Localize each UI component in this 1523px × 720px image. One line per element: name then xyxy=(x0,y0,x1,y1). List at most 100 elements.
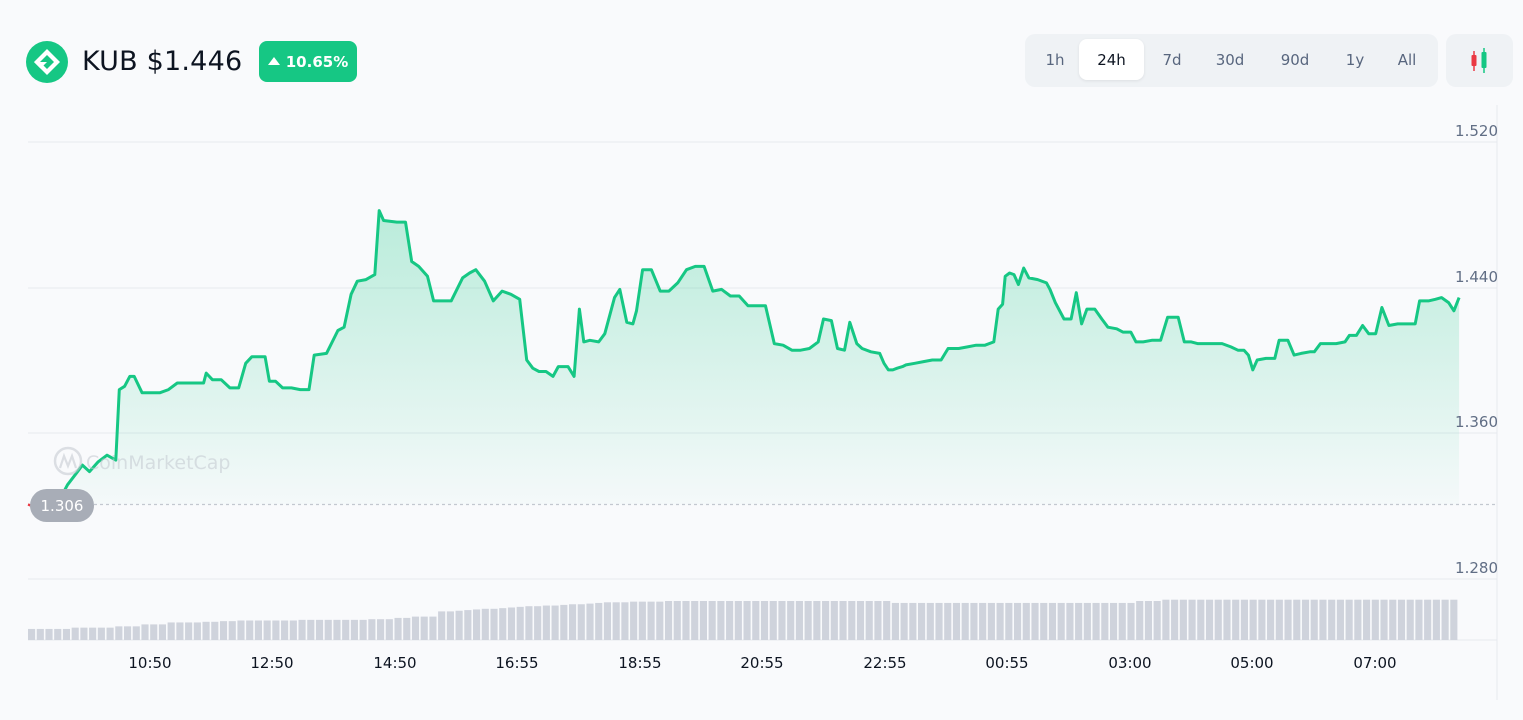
volume-bar xyxy=(272,620,280,640)
volume-bar xyxy=(1345,599,1353,640)
x-tick-label: 00:55 xyxy=(985,654,1028,672)
volume-bar xyxy=(691,601,699,640)
volume-bar xyxy=(246,620,254,640)
volume-bar xyxy=(202,621,210,640)
volume-bar xyxy=(656,601,664,640)
volume-bar xyxy=(726,601,734,640)
volume-bar xyxy=(333,619,341,640)
volume-bar xyxy=(481,608,489,640)
volume-bar xyxy=(856,601,865,640)
volume-bar xyxy=(429,616,437,640)
coinmarketcap-mark xyxy=(58,452,78,469)
x-tick-label: 07:00 xyxy=(1353,654,1396,672)
volume-bar xyxy=(1232,599,1240,640)
volume-bar xyxy=(1354,599,1362,640)
volume-bar xyxy=(80,627,88,640)
volume-bar xyxy=(1319,599,1327,640)
volume-bar xyxy=(1441,599,1449,640)
volume-bar xyxy=(1415,599,1423,640)
volume-bar xyxy=(473,609,481,640)
x-tick-label: 12:50 xyxy=(250,654,293,672)
volume-bar xyxy=(542,605,550,640)
volume-bar xyxy=(1136,601,1144,640)
volume-bar xyxy=(603,602,612,640)
volume-bar xyxy=(979,602,987,640)
coinmarketcap-logo-icon xyxy=(53,446,83,476)
volume-bar xyxy=(682,601,690,640)
x-tick-label: 10:50 xyxy=(128,654,171,672)
volume-bar xyxy=(446,611,454,640)
volume-bar xyxy=(1275,599,1283,640)
volume-bar xyxy=(411,616,420,640)
volume-bar xyxy=(193,622,201,640)
volume-bar xyxy=(551,605,559,640)
volume-bar xyxy=(1075,602,1083,640)
volume-bar xyxy=(368,619,376,640)
volume-bar xyxy=(167,622,175,640)
volume-bar xyxy=(708,601,716,640)
volume-bar xyxy=(577,604,585,640)
volume-bar xyxy=(865,601,873,640)
volume-bar xyxy=(673,601,681,640)
volume-bar xyxy=(359,619,367,640)
volume-bar xyxy=(839,601,847,640)
volume-bar xyxy=(394,617,402,640)
volume-bar xyxy=(1013,602,1022,640)
y-tick-label: 1.280 xyxy=(1455,559,1498,577)
volume-bar xyxy=(987,602,995,640)
x-axis: 10:50 12:50 14:50 16:55 18:55 20:55 22:5… xyxy=(128,654,1396,672)
volume-bar xyxy=(254,620,262,640)
volume-bar xyxy=(219,621,228,640)
volume-bar xyxy=(1197,599,1205,640)
volume-bar xyxy=(1022,602,1030,640)
volume-bar xyxy=(1179,599,1187,640)
volume-bar xyxy=(45,628,53,640)
volume-bar xyxy=(848,601,856,640)
volume-bar xyxy=(1336,599,1344,640)
volume-bar xyxy=(1005,602,1013,640)
volume-bar xyxy=(1424,599,1432,640)
volume-bar xyxy=(1223,599,1231,640)
volume-bar xyxy=(534,606,542,640)
x-tick-label: 22:55 xyxy=(863,654,906,672)
volume-bar xyxy=(1057,602,1065,640)
volume-bar xyxy=(1127,602,1135,640)
volume-bar xyxy=(385,619,393,640)
volume-bar xyxy=(97,627,105,640)
volume-bar xyxy=(769,601,777,640)
volume-bar xyxy=(1363,599,1371,640)
volume-bar xyxy=(1258,599,1266,640)
price-chart[interactable]: CoinMarketCap 1.306 1.520 1.440 1.360 1.… xyxy=(0,0,1523,720)
volume-bar xyxy=(647,601,655,640)
volume-bar xyxy=(1293,599,1301,640)
volume-bar xyxy=(935,602,943,640)
volume-bar xyxy=(499,608,507,640)
volume-bar xyxy=(1267,599,1275,640)
volume-bar xyxy=(760,601,769,640)
volume-bar xyxy=(752,601,760,640)
volume-bar xyxy=(324,619,332,640)
x-tick-label: 16:55 xyxy=(495,654,538,672)
y-tick-label: 1.360 xyxy=(1455,413,1498,431)
volume-bar xyxy=(804,601,812,640)
volume-bar xyxy=(778,601,786,640)
volume-bar xyxy=(141,624,149,640)
volume-bar xyxy=(525,606,533,640)
volume-bar xyxy=(1153,601,1161,640)
volume-bar xyxy=(158,624,167,640)
volume-bar xyxy=(228,621,236,640)
volume-bar xyxy=(115,626,123,640)
volume-bar xyxy=(1240,599,1248,640)
volume-bar xyxy=(1101,602,1109,640)
volume-bar xyxy=(237,620,245,640)
volume-bar xyxy=(795,601,803,640)
volume-bar xyxy=(1406,599,1414,640)
volume-bar xyxy=(455,610,463,640)
volume-bar xyxy=(743,601,751,640)
volume-bar xyxy=(1249,599,1257,640)
volume-bar xyxy=(516,606,524,640)
volume-bar xyxy=(1205,599,1214,640)
volume-bar xyxy=(438,611,446,640)
volume-bar xyxy=(1380,599,1388,640)
volume-bar xyxy=(952,602,961,640)
